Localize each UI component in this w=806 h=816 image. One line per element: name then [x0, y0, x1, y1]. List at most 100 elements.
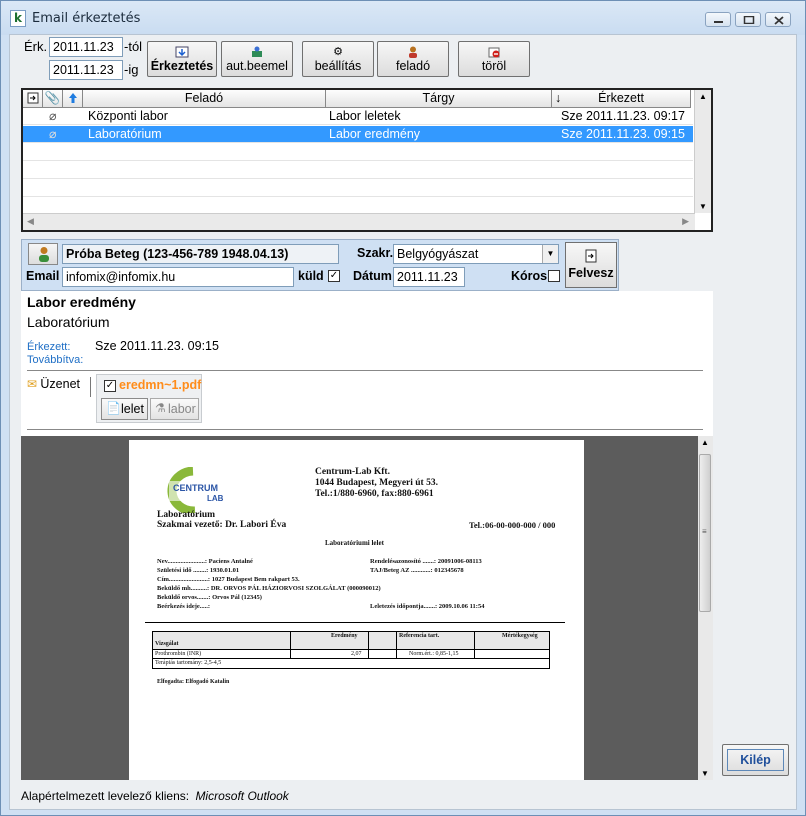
person-icon [39, 247, 49, 262]
date-from-field[interactable]: 2011.11.23 [49, 37, 123, 57]
chevron-down-icon[interactable]: ▼ [542, 245, 558, 263]
attachment-panel: ✓ eredmn~1.pdf 📄 lelet ⚗ labor [96, 374, 202, 423]
email-row[interactable]: ⌀ Központi labor Labor leletek Sze 2011.… [23, 108, 693, 125]
doc-phone: Tel.:1/880-6960, fax:880-6961 [315, 489, 434, 499]
tovabbitva-label: Továbbítva: [27, 354, 84, 366]
pdf-viewer[interactable]: CENTRUM LAB Centrum-Lab Kft. 1044 Budape… [21, 436, 713, 780]
col-felado-header[interactable]: Feladó [83, 90, 326, 108]
patient-panel: Próba Beteg (123-456-789 1948.04.13) Sza… [21, 239, 619, 291]
email-label: Email [26, 269, 60, 283]
scroll-thumb[interactable]: ≡ [699, 454, 711, 612]
message-subject: Labor eredmény [27, 294, 136, 310]
autbeemel-button[interactable]: aut.beemel [221, 41, 293, 77]
doc-leletezes: Leletezés időpontja.......: 2009.10.06 1… [370, 603, 485, 610]
exit-button-frame[interactable]: Kilép [722, 744, 789, 776]
col-sort-header[interactable] [63, 90, 83, 108]
scroll-up-icon[interactable]: ▲ [699, 92, 707, 101]
kilep-button[interactable]: Kilép [727, 749, 784, 771]
app-icon: k [10, 10, 26, 27]
auto-import-icon [250, 46, 264, 58]
th-eredmeny: Eredmény [331, 633, 358, 639]
col-erkezett-header[interactable]: ↓ Érkezett [552, 90, 691, 108]
gear-icon: ⚙ [333, 46, 343, 58]
grid-vertical-scrollbar[interactable]: ▲ ▼ [694, 90, 711, 213]
to-suffix: -ig [124, 62, 139, 77]
col-import-header[interactable] [23, 90, 43, 108]
arrow-up-icon [68, 93, 77, 103]
kuld-checkbox[interactable]: ✓ [328, 270, 340, 282]
erkeztetes-button[interactable]: Érkeztetés [147, 41, 217, 77]
scroll-down-icon[interactable]: ▼ [701, 769, 709, 778]
row-name: Prothrombin (INR) [155, 651, 202, 657]
patient-select-button[interactable] [28, 243, 58, 265]
maximize-button[interactable] [735, 12, 761, 27]
torol-button[interactable]: töröl [458, 41, 530, 77]
row-erkezett: Sze 2011.11.23. 09:15 [561, 127, 685, 141]
divider [27, 370, 703, 371]
doc-title: Laboratóriumi lelet [325, 539, 384, 547]
row-targy: Labor eredmény [329, 127, 421, 141]
doc-elfogadta: Elfogadta: Elfogadó Katalin [157, 679, 230, 685]
title-bar: k Email érkeztetés [1, 1, 805, 35]
message-header: Labor eredmény Laboratórium Érkezett: Sz… [21, 291, 713, 436]
pdf-vertical-scrollbar[interactable]: ▲ ≡ ▼ [698, 436, 713, 780]
row-felado: Laboratórium [88, 127, 162, 141]
email-row[interactable]: ⌀ Laboratórium Labor eredmény Sze 2011.1… [23, 126, 693, 143]
felado-button[interactable]: feladó [377, 41, 449, 77]
attachment-name[interactable]: eredmn~1.pdf [119, 378, 201, 392]
th-referencia: Referencia tart. [399, 633, 440, 639]
datum-field[interactable]: 2011.11.23 [393, 267, 465, 287]
tab-separator [90, 377, 91, 397]
scroll-up-icon[interactable]: ▲ [701, 438, 709, 447]
szakr-dropdown[interactable]: Belgyógyászat ▼ [393, 244, 559, 264]
doc-nev: Nev.......................: Paciens Anta… [157, 558, 253, 565]
footer-value: Microsoft Outlook [195, 789, 289, 803]
erkezett-value: Sze 2011.11.23. 09:15 [95, 339, 219, 353]
email-grid: 📎 Feladó Tárgy ↓ Érkezett ⌀ Központi lab… [21, 88, 713, 232]
col-targy-header[interactable]: Tárgy [326, 90, 552, 108]
col-attachment-header[interactable]: 📎 [43, 90, 63, 108]
paperclip-icon: 📎 [44, 91, 61, 105]
lelet-button[interactable]: 📄 lelet [101, 398, 148, 420]
felvesz-button[interactable]: Felvesz [565, 242, 617, 288]
paperclip-icon: ⌀ [49, 109, 57, 123]
minimize-button[interactable] [705, 12, 731, 27]
beallitas-button[interactable]: ⚙ beállítás [302, 41, 374, 77]
paperclip-icon: ⌀ [49, 127, 57, 141]
patient-name-field: Próba Beteg (123-456-789 1948.04.13) [62, 244, 339, 264]
doc-bekuldo-orvos: Beküldő orvos.......: Orvos Pál (12345) [157, 594, 262, 601]
close-button[interactable] [765, 12, 791, 27]
erkezett-label: Érkezett: [27, 341, 71, 353]
import-icon [175, 46, 189, 58]
scroll-left-icon[interactable]: ◀ [27, 216, 34, 227]
scroll-right-icon[interactable]: ▶ [682, 216, 689, 227]
doc-rendeles: Rendelésazonosító .......: 20091006-0811… [370, 558, 482, 565]
doc-head: Szakmai vezető: Dr. Labori Éva [157, 520, 287, 530]
doc-results-table: Vizsgálat Eredmény Referencia tart. Mért… [152, 631, 550, 669]
doc-taj: TAJ/Beteg AZ ............: 012345678 [370, 567, 464, 574]
main-window: k Email érkeztetés Érk. 2011.11.23 -tól … [0, 0, 806, 816]
email-field[interactable]: infomix@infomix.hu [62, 267, 294, 287]
koros-checkbox[interactable] [548, 270, 560, 282]
add-record-icon [585, 249, 597, 263]
erkeztetes-label: Érkeztetés [150, 59, 214, 73]
attachment-checkbox[interactable]: ✓ [104, 380, 116, 392]
torol-label: töröl [481, 59, 507, 73]
doc-divider [145, 622, 565, 623]
scroll-down-icon[interactable]: ▼ [699, 202, 707, 211]
labor-button[interactable]: ⚗ labor [150, 398, 199, 420]
envelope-icon: ✉ [27, 377, 38, 391]
date-to-field[interactable]: 2011.11.23 [49, 60, 123, 80]
pdf-page: CENTRUM LAB Centrum-Lab Kft. 1044 Budape… [129, 440, 584, 780]
row-erkezett: Sze 2011.11.23. 09:17 [561, 109, 685, 123]
th-mertekegyseg: Mértékegység [502, 633, 538, 639]
grid-horizontal-scrollbar[interactable]: ◀ ▶ [23, 213, 695, 230]
row-targy: Labor leletek [329, 109, 401, 123]
flask-icon: ⚗ [155, 401, 166, 415]
uzenet-tab[interactable]: ✉ Üzenet [27, 377, 80, 391]
empty-row [23, 180, 693, 197]
doc-address: 1044 Budapest, Megyeri út 53. [315, 478, 438, 488]
kuld-label: küld [298, 269, 324, 283]
autbeemel-label: aut.beemel [226, 59, 288, 73]
window-title: Email érkeztetés [32, 11, 141, 26]
